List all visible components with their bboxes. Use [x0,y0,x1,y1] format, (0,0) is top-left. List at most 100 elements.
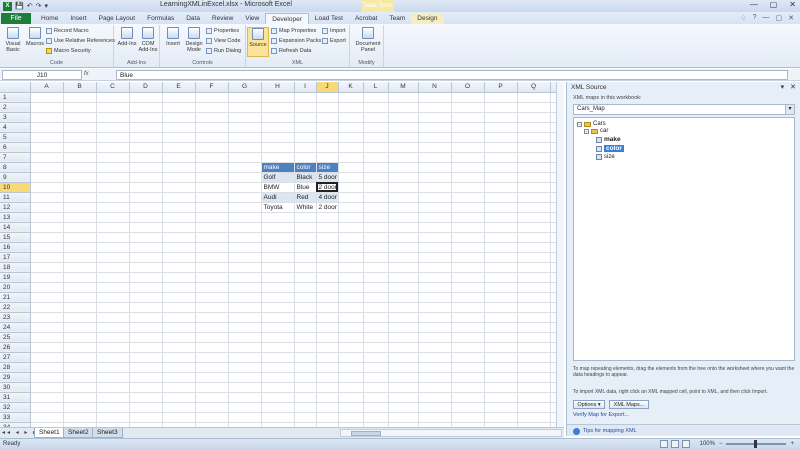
cell[interactable] [316,232,339,243]
cell[interactable] [129,112,163,123]
cell[interactable] [338,392,364,403]
cell[interactable] [517,362,551,373]
tab-file[interactable]: File [1,13,31,24]
cell[interactable] [294,322,317,333]
cell[interactable] [261,282,295,293]
cell[interactable] [388,152,419,163]
row-header[interactable]: 16 [0,242,31,253]
cell[interactable] [388,102,419,113]
cell[interactable] [338,252,364,263]
cell[interactable] [261,152,295,163]
cell[interactable] [517,342,551,353]
cell[interactable] [451,402,485,413]
row-header[interactable]: 9 [0,172,31,183]
cell[interactable] [228,212,262,223]
cell[interactable] [294,122,317,133]
cell[interactable] [388,252,419,263]
cell[interactable] [363,232,389,243]
cell[interactable] [63,172,97,183]
cell[interactable] [484,332,518,343]
cell[interactable] [162,192,196,203]
cell[interactable] [451,192,485,203]
collapse-icon[interactable]: − [584,128,589,134]
cell[interactable] [451,272,485,283]
cell[interactable] [517,412,551,423]
cell[interactable] [195,222,229,233]
cell[interactable] [228,392,262,403]
cell[interactable] [388,272,419,283]
cell[interactable] [63,212,97,223]
cell[interactable] [363,252,389,263]
cell[interactable] [195,132,229,143]
cell[interactable] [338,192,364,203]
cell[interactable] [418,192,452,203]
cell[interactable] [484,242,518,253]
cell[interactable] [484,412,518,423]
table-cell[interactable]: Black [294,172,317,183]
column-header[interactable]: H [261,82,295,93]
cell[interactable] [484,252,518,263]
cell[interactable] [30,292,64,303]
cell[interactable] [517,232,551,243]
cell[interactable] [338,382,364,393]
cell[interactable] [195,242,229,253]
undo-icon[interactable]: ↶ [27,2,33,10]
cell[interactable] [451,202,485,213]
cell[interactable] [63,272,97,283]
cell[interactable] [96,322,130,333]
cell[interactable] [96,252,130,263]
cell[interactable] [294,342,317,353]
cell[interactable] [363,402,389,413]
cell[interactable] [484,352,518,363]
cell[interactable] [484,132,518,143]
cell[interactable] [96,342,130,353]
cell[interactable] [294,92,317,103]
cell[interactable] [195,262,229,273]
cell[interactable] [96,362,130,373]
normal-view-icon[interactable] [660,440,668,448]
cell[interactable] [162,182,196,193]
cell[interactable] [316,302,339,313]
row-header[interactable]: 15 [0,232,31,243]
cell[interactable] [96,142,130,153]
cell[interactable] [338,162,364,173]
cell[interactable] [63,292,97,303]
cell[interactable] [294,112,317,123]
cell[interactable] [451,302,485,313]
cell[interactable] [338,242,364,253]
cell[interactable] [388,162,419,173]
cell[interactable] [195,412,229,423]
cell[interactable] [294,252,317,263]
cell[interactable] [195,352,229,363]
cell[interactable] [316,382,339,393]
cell[interactable] [316,272,339,283]
cell[interactable] [363,112,389,123]
row-header[interactable]: 7 [0,152,31,163]
table-cell[interactable]: Audi [261,192,295,203]
cell[interactable] [228,372,262,383]
cell[interactable] [195,382,229,393]
cell[interactable] [261,382,295,393]
cell[interactable] [261,402,295,413]
cell[interactable] [162,92,196,103]
tab-acrobat[interactable]: Acrobat [349,13,383,24]
cell[interactable] [484,322,518,333]
cell[interactable] [294,102,317,113]
relative-references-button[interactable]: Use Relative References [46,37,115,45]
cell[interactable] [30,392,64,403]
cell[interactable] [418,292,452,303]
cell[interactable] [228,292,262,303]
column-header[interactable]: I [294,82,317,93]
cell[interactable] [63,302,97,313]
cell[interactable] [96,192,130,203]
cell[interactable] [261,272,295,283]
cell[interactable] [388,182,419,193]
cell[interactable] [30,192,64,203]
cell[interactable] [195,272,229,283]
xml-maps-button[interactable]: XML Maps... [609,400,649,409]
cell[interactable] [195,252,229,263]
cell[interactable] [484,212,518,223]
cell[interactable] [418,202,452,213]
cell[interactable] [363,212,389,223]
cell[interactable] [451,412,485,423]
